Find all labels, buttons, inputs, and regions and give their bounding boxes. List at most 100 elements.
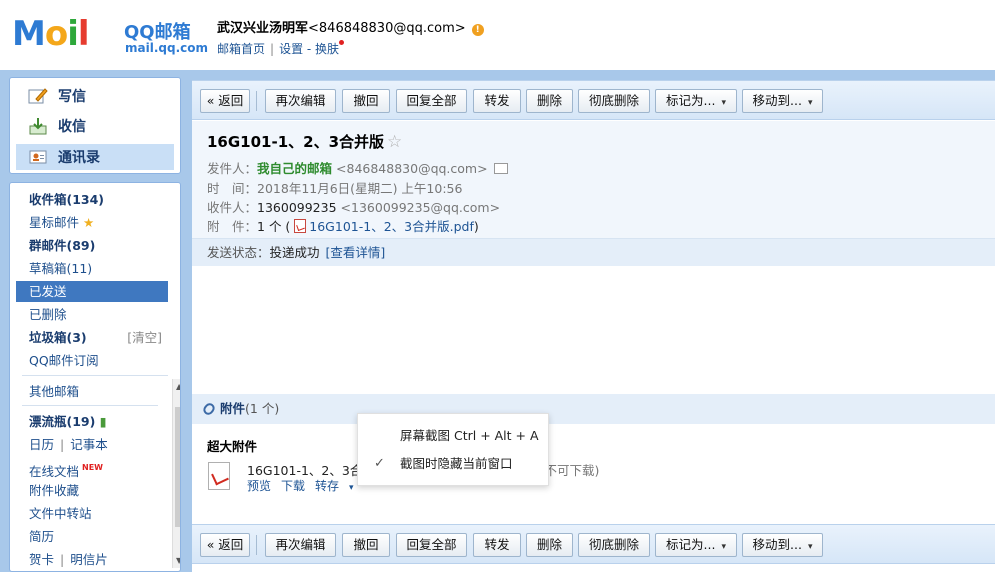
pencil-icon (28, 87, 48, 105)
header: Moil QQ邮箱 mail.qq.com 武汉兴业汤明军<846848830@… (0, 0, 995, 70)
drift-bottle[interactable]: 漂流瓶(19) ▮ (16, 411, 156, 432)
sender-label: 发件人： (207, 161, 258, 176)
mark-as-dropdown[interactable]: 标记为... ▾ (655, 89, 737, 113)
pdf-file-icon[interactable] (208, 462, 230, 490)
popup-item-screenshot-label: 屏幕截图 Ctrl + Alt + A (400, 428, 539, 443)
qq-mail-logo[interactable]: Moil QQ邮箱 mail.qq.com (12, 14, 208, 58)
empty-spam-link[interactable]: [清空] (127, 327, 162, 348)
mail-header: 16G101-1、2、3合并版 ☆ 发件人：我自己的邮箱 <846848830@q… (192, 121, 995, 266)
folder-starred[interactable]: 星标邮件 ★ (16, 212, 168, 233)
contacts-button[interactable]: 通讯录 (16, 144, 174, 170)
user-email: <846848830@qq.com> (308, 21, 466, 36)
back-button[interactable]: « 返回 (200, 89, 250, 113)
folder-qq-subscription[interactable]: QQ邮件订阅 (16, 350, 168, 371)
attachment-file-link[interactable]: 16G101-1、2、3合并版.pdf (309, 219, 474, 234)
mark-as-label: 标记为... (666, 537, 716, 552)
toolbar-separator (256, 91, 257, 111)
receive-mail-button[interactable]: 收信 (16, 113, 174, 139)
folder-spam[interactable]: 垃圾箱(3) [清空] (16, 327, 168, 348)
delete-permanently-button[interactable]: 彻底删除 (578, 533, 650, 557)
subject-text: 16G101-1、2、3合并版 (207, 133, 385, 151)
popup-item-hide-window[interactable]: ✓ 截图时隐藏当前窗口 (358, 452, 548, 476)
mark-as-label: 标记为... (666, 93, 716, 108)
attachment-favorites[interactable]: 附件收藏 (16, 480, 156, 501)
calendar-notes-row: 日历 | 记事本 (16, 434, 156, 455)
attachment-label: 附 件： (207, 219, 258, 234)
contacts-icon (28, 148, 48, 166)
star-icon[interactable]: ☆ (387, 132, 402, 152)
postcard-link[interactable]: 明信片 (70, 552, 108, 567)
reply-all-button[interactable]: 回复全部 (396, 89, 467, 113)
screenshot-popup-menu: 屏幕截图 Ctrl + Alt + A ✓ 截图时隐藏当前窗口 (357, 413, 549, 486)
write-mail-button[interactable]: 写信 (16, 83, 174, 109)
reedit-button[interactable]: 再次编辑 (265, 533, 336, 557)
folder-drafts[interactable]: 草稿箱(11) (16, 258, 168, 279)
chevron-down-icon: ▾ (721, 98, 726, 108)
other-mailboxes[interactable]: 其他邮箱 (16, 381, 156, 402)
scroll-down-icon[interactable]: ▼ (176, 556, 180, 565)
folder-deleted[interactable]: 已删除 (16, 304, 168, 325)
separator: | (60, 552, 65, 567)
contact-card-icon[interactable] (493, 163, 508, 174)
chevron-down-icon: ▾ (807, 542, 813, 552)
sidebar-scrollbar[interactable]: ▲ ▼ (172, 379, 180, 568)
drift-bottle-label: 漂流瓶(19) (29, 414, 96, 429)
resume-link[interactable]: 简历 (16, 526, 156, 547)
sender-row: 发件人：我自己的邮箱 <846848830@qq.com> (207, 158, 508, 177)
scrollbar-thumb[interactable] (175, 407, 180, 527)
reply-all-button[interactable]: 回复全部 (396, 533, 467, 557)
save-to-label: 转存 (315, 479, 340, 493)
change-skin-link[interactable]: 换肤 (315, 42, 339, 56)
user-info: 武汉兴业汤明军<846848830@qq.com>! 邮箱首页 | 设置 - 换肤 (217, 17, 484, 57)
forward-button[interactable]: 转发 (473, 533, 521, 557)
move-to-dropdown[interactable]: 移动到... ▾ (742, 533, 823, 557)
recall-button[interactable]: 撤回 (342, 533, 390, 557)
mark-as-dropdown[interactable]: 标记为... ▾ (655, 533, 737, 557)
recipient-email: <1360099235@qq.com> (340, 200, 501, 215)
toolbar-bottom: « 返回 再次编辑 撤回 回复全部 转发 删除 彻底删除 标记为... ▾ 移动到… (192, 524, 995, 564)
recipient-row: 收件人：1360099235 <1360099235@qq.com> (207, 197, 500, 216)
mail-subject: 16G101-1、2、3合并版 ☆ (207, 131, 402, 152)
folder-sent[interactable]: 已发送 (16, 281, 168, 302)
file-transfer-station[interactable]: 文件中转站 (16, 503, 156, 524)
download-link[interactable]: 下载 (281, 479, 305, 493)
user-links: 邮箱首页 | 设置 - 换肤 (217, 40, 484, 57)
send-status-label: 发送状态： (207, 245, 270, 260)
calendar-link[interactable]: 日历 (29, 437, 54, 452)
reedit-button[interactable]: 再次编辑 (265, 89, 336, 113)
move-to-dropdown[interactable]: 移动到... ▾ (742, 89, 823, 113)
preview-link[interactable]: 预览 (247, 479, 271, 493)
write-mail-label: 写信 (58, 89, 86, 105)
delete-permanently-button[interactable]: 彻底删除 (578, 89, 650, 113)
link-separator: | (270, 42, 275, 56)
contacts-label: 通讯录 (58, 150, 100, 166)
folder-starred-label: 星标邮件 (29, 215, 80, 230)
folder-group-mail[interactable]: 群邮件(89) (16, 235, 168, 256)
mail-home-link[interactable]: 邮箱首页 (217, 42, 265, 56)
chevron-down-icon: ▾ (807, 98, 813, 108)
pdf-icon (294, 219, 307, 233)
online-docs[interactable]: 在线文档 NEW (16, 457, 156, 479)
popup-item-screenshot[interactable]: 屏幕截图 Ctrl + Alt + A (358, 424, 548, 448)
back-button[interactable]: « 返回 (200, 533, 250, 557)
new-badge: NEW (82, 463, 103, 472)
card-postcard-row: 贺卡 | 明信片 (16, 549, 156, 570)
view-details-link[interactable]: [查看详情] (326, 245, 386, 260)
sender-name[interactable]: 我自己的邮箱 (257, 161, 332, 176)
recipient-name[interactable]: 1360099235 (257, 200, 337, 215)
warning-icon[interactable]: ! (471, 24, 484, 36)
delete-button[interactable]: 删除 (526, 533, 573, 557)
scroll-up-icon[interactable]: ▲ (176, 382, 180, 391)
forward-button[interactable]: 转发 (473, 89, 521, 113)
time-label: 时 间： (207, 181, 258, 196)
logo-mark: Moil (12, 14, 89, 54)
delete-button[interactable]: 删除 (526, 89, 573, 113)
online-docs-label: 在线文档 (29, 464, 80, 479)
folder-inbox[interactable]: 收件箱(134) (16, 189, 168, 210)
recall-button[interactable]: 撤回 (342, 89, 390, 113)
toolbar-top: « 返回 再次编辑 撤回 回复全部 转发 删除 彻底删除 标记为... ▾ 移动到… (192, 80, 995, 120)
settings-link[interactable]: 设置 (279, 42, 303, 56)
attachments-count: (1 个) (245, 401, 280, 416)
greeting-card-link[interactable]: 贺卡 (29, 552, 54, 567)
notes-link[interactable]: 记事本 (70, 437, 108, 452)
